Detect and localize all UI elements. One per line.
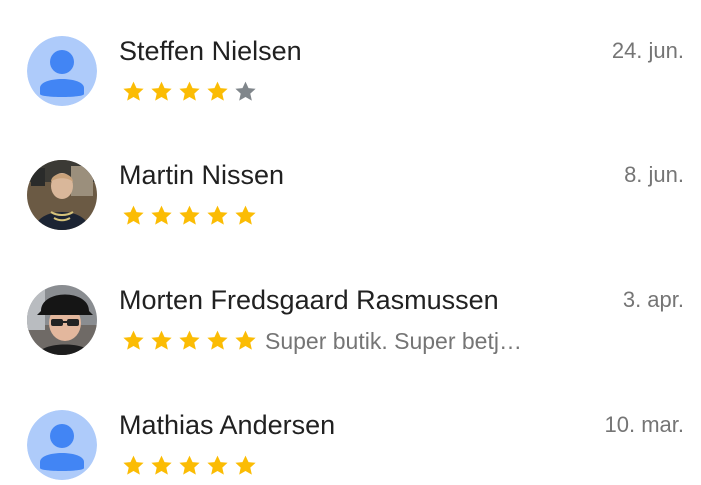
review-item[interactable]: Morten Fredsgaard Rasmussen 3. apr. Supe… xyxy=(0,249,701,355)
star-filled-icon xyxy=(177,453,202,478)
reviewer-name[interactable]: Steffen Nielsen xyxy=(119,38,302,65)
star-rating xyxy=(121,328,258,353)
star-filled-icon xyxy=(149,453,174,478)
reviewer-name[interactable]: Mathias Andersen xyxy=(119,412,335,439)
star-filled-icon xyxy=(233,203,258,228)
star-filled-icon xyxy=(149,203,174,228)
review-item[interactable]: Mathias Andersen 10. mar. xyxy=(0,374,701,480)
reviewer-name[interactable]: Martin Nissen xyxy=(119,162,284,189)
review-date: 3. apr. xyxy=(622,287,684,312)
star-filled-icon xyxy=(121,203,146,228)
star-filled-icon xyxy=(149,328,174,353)
star-filled-icon xyxy=(205,79,230,104)
star-rating xyxy=(121,79,258,104)
default-avatar-icon[interactable] xyxy=(27,410,97,480)
review-item[interactable]: Steffen Nielsen 24. jun. xyxy=(0,0,701,106)
star-filled-icon xyxy=(121,328,146,353)
star-filled-icon xyxy=(177,328,202,353)
star-filled-icon xyxy=(233,453,258,478)
star-filled-icon xyxy=(205,453,230,478)
star-rating xyxy=(121,203,258,228)
review-snippet[interactable]: Super butik. Super betj… xyxy=(265,330,522,353)
review-date: 10. mar. xyxy=(604,412,684,437)
star-filled-icon xyxy=(233,328,258,353)
star-filled-icon xyxy=(121,453,146,478)
review-date: 24. jun. xyxy=(611,38,684,63)
reviewer-photo[interactable] xyxy=(27,160,97,230)
star-filled-icon xyxy=(205,203,230,228)
star-filled-icon xyxy=(205,328,230,353)
reviewer-photo[interactable] xyxy=(27,285,97,355)
star-filled-icon xyxy=(177,79,202,104)
star-filled-icon xyxy=(177,203,202,228)
review-date: 8. jun. xyxy=(624,162,684,187)
review-list: Steffen Nielsen 24. jun. Martin Nissen 8… xyxy=(0,0,701,485)
star-empty-icon xyxy=(233,79,258,104)
reviewer-name[interactable]: Morten Fredsgaard Rasmussen xyxy=(119,287,499,314)
star-filled-icon xyxy=(149,79,174,104)
star-filled-icon xyxy=(121,79,146,104)
default-avatar-icon[interactable] xyxy=(27,36,97,106)
review-item[interactable]: Martin Nissen 8. jun. xyxy=(0,124,701,230)
star-rating xyxy=(121,453,258,478)
